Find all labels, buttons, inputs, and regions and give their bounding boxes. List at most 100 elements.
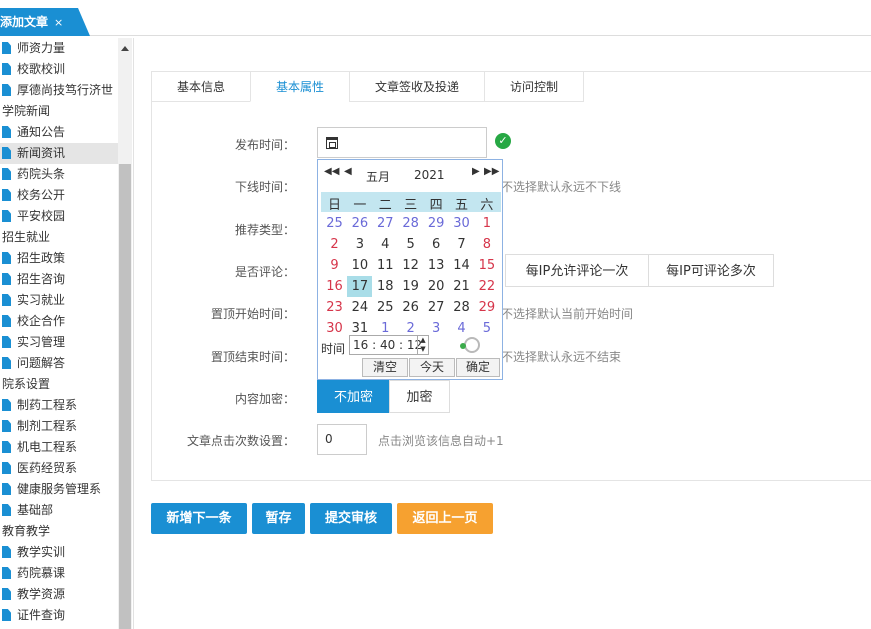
prev-year-icon[interactable]: ◀◀ [324, 166, 339, 177]
calendar-day[interactable]: 18 [373, 276, 398, 297]
calendar-day[interactable]: 6 [424, 234, 449, 255]
calendar-month[interactable]: 五月 [366, 168, 390, 185]
scrollbar-thumb[interactable] [119, 164, 131, 629]
sidebar-item[interactable]: 实习管理 [0, 332, 118, 353]
sidebar-item[interactable]: 师资力量 [0, 38, 118, 59]
sidebar-item[interactable]: 制药工程系 [0, 395, 118, 416]
sidebar-item[interactable]: 新闻资讯 [0, 143, 118, 164]
encrypt-option[interactable]: 加密 [389, 380, 450, 413]
tab-sign-delivery[interactable]: 文章签收及投递 [349, 71, 485, 102]
sidebar-group[interactable]: 招生就业 [0, 227, 118, 248]
calendar-day[interactable]: 26 [347, 213, 372, 234]
sidebar-item[interactable]: 教学实训 [0, 542, 118, 563]
sidebar-item[interactable]: 厚德尚技笃行济世 [0, 80, 118, 101]
calendar-day[interactable]: 2 [322, 234, 347, 255]
tab-access-control[interactable]: 访问控制 [484, 71, 584, 102]
calendar-icon[interactable] [326, 137, 338, 149]
calendar-day[interactable]: 12 [398, 255, 423, 276]
calendar-day[interactable]: 17 [347, 276, 373, 297]
sidebar-item[interactable]: 健康服务管理系 [0, 479, 118, 500]
calendar-day[interactable]: 15 [474, 255, 499, 276]
calendar-day[interactable]: 5 [398, 234, 423, 255]
go-back-button[interactable]: 返回上一页 [397, 503, 493, 534]
calendar-day[interactable]: 29 [424, 213, 449, 234]
sidebar-item-label: 制药工程系 [17, 398, 78, 412]
confirm-button[interactable]: 确定 [456, 358, 500, 377]
calendar-day[interactable]: 24 [347, 297, 372, 318]
calendar-day[interactable]: 5 [474, 318, 499, 339]
save-draft-button[interactable]: 暂存 [252, 503, 305, 534]
calendar-day[interactable]: 21 [449, 276, 474, 297]
new-next-button[interactable]: 新增下一条 [151, 503, 247, 534]
no-encrypt-option[interactable]: 不加密 [317, 380, 390, 413]
clock-icon[interactable] [460, 337, 480, 353]
close-icon[interactable]: × [54, 16, 63, 29]
calendar-day[interactable]: 13 [424, 255, 449, 276]
sidebar-item[interactable]: 校务公开 [0, 185, 118, 206]
calendar-day[interactable]: 4 [449, 318, 474, 339]
calendar-day[interactable]: 25 [322, 213, 347, 234]
tab-add-article[interactable]: 添加文章 × [0, 8, 90, 36]
calendar-day[interactable]: 8 [474, 234, 499, 255]
calendar-day[interactable]: 20 [424, 276, 449, 297]
calendar-day[interactable]: 26 [398, 297, 423, 318]
comment-once-option[interactable]: 每IP允许评论一次 [505, 254, 649, 287]
calendar-day[interactable]: 4 [373, 234, 398, 255]
sidebar-item[interactable]: 教学资源 [0, 584, 118, 605]
today-button[interactable]: 今天 [409, 358, 455, 377]
sidebar-item[interactable]: 基础部 [0, 500, 118, 521]
time-spinner[interactable]: ▲ ▼ [417, 336, 428, 354]
sidebar-item[interactable]: 制剂工程系 [0, 416, 118, 437]
calendar-day[interactable]: 7 [449, 234, 474, 255]
calendar-day[interactable]: 28 [449, 297, 474, 318]
calendar-year[interactable]: 2021 [414, 168, 445, 182]
submit-review-button[interactable]: 提交审核 [310, 503, 392, 534]
sidebar-item[interactable]: 校企合作 [0, 311, 118, 332]
next-month-icon[interactable]: ▶ [472, 166, 480, 177]
comment-multi-option[interactable]: 每IP可评论多次 [648, 254, 774, 287]
calendar-day[interactable]: 16 [322, 276, 347, 297]
clicks-input[interactable]: 0 [317, 424, 367, 455]
sidebar-item[interactable]: 问题解答 [0, 353, 118, 374]
calendar-day[interactable]: 27 [424, 297, 449, 318]
tab-basic-attributes[interactable]: 基本属性 [250, 71, 350, 102]
calendar-day[interactable]: 30 [449, 213, 474, 234]
prev-month-icon[interactable]: ◀ [344, 166, 352, 177]
sidebar-item[interactable]: 机电工程系 [0, 437, 118, 458]
scroll-up-icon[interactable] [121, 46, 129, 51]
calendar-day[interactable]: 14 [449, 255, 474, 276]
sidebar-item[interactable]: 校歌校训 [0, 59, 118, 80]
calendar-day[interactable]: 3 [347, 234, 372, 255]
sidebar-item[interactable]: 药院慕课 [0, 563, 118, 584]
sidebar-item[interactable]: 实习就业 [0, 290, 118, 311]
calendar-day[interactable]: 22 [474, 276, 499, 297]
sidebar-item[interactable]: 通知公告 [0, 122, 118, 143]
calendar-day[interactable]: 27 [373, 213, 398, 234]
calendar-day[interactable]: 28 [398, 213, 423, 234]
weekday-label: 一 [353, 198, 367, 213]
calendar-day[interactable]: 29 [474, 297, 499, 318]
sidebar-scrollbar[interactable] [118, 38, 132, 629]
sidebar-item[interactable]: 医药经贸系 [0, 458, 118, 479]
tab-basic-info[interactable]: 基本信息 [151, 71, 251, 102]
sidebar-group[interactable]: 学院新闻 [0, 101, 118, 122]
sidebar-group[interactable]: 院系设置 [0, 374, 118, 395]
calendar-day[interactable]: 23 [322, 297, 347, 318]
calendar-day[interactable]: 9 [322, 255, 347, 276]
sidebar-item[interactable]: 招生咨询 [0, 269, 118, 290]
calendar-day[interactable]: 10 [347, 255, 372, 276]
sidebar-item[interactable]: 药院头条 [0, 164, 118, 185]
sidebar-item[interactable]: 证件查询 [0, 605, 118, 626]
clear-button[interactable]: 清空 [362, 358, 408, 377]
next-year-icon[interactable]: ▶▶ [484, 166, 499, 177]
calendar-day[interactable]: 25 [373, 297, 398, 318]
sidebar-item[interactable]: 招生政策 [0, 248, 118, 269]
calendar-day[interactable]: 30 [322, 318, 347, 339]
sidebar-item[interactable]: 平安校园 [0, 206, 118, 227]
sidebar-item-label: 师资力量 [17, 41, 66, 55]
calendar-day[interactable]: 1 [474, 213, 499, 234]
calendar-day[interactable]: 19 [398, 276, 423, 297]
calendar-day[interactable]: 11 [373, 255, 398, 276]
publish-time-input[interactable] [317, 127, 487, 158]
sidebar-group[interactable]: 教育教学 [0, 521, 118, 542]
